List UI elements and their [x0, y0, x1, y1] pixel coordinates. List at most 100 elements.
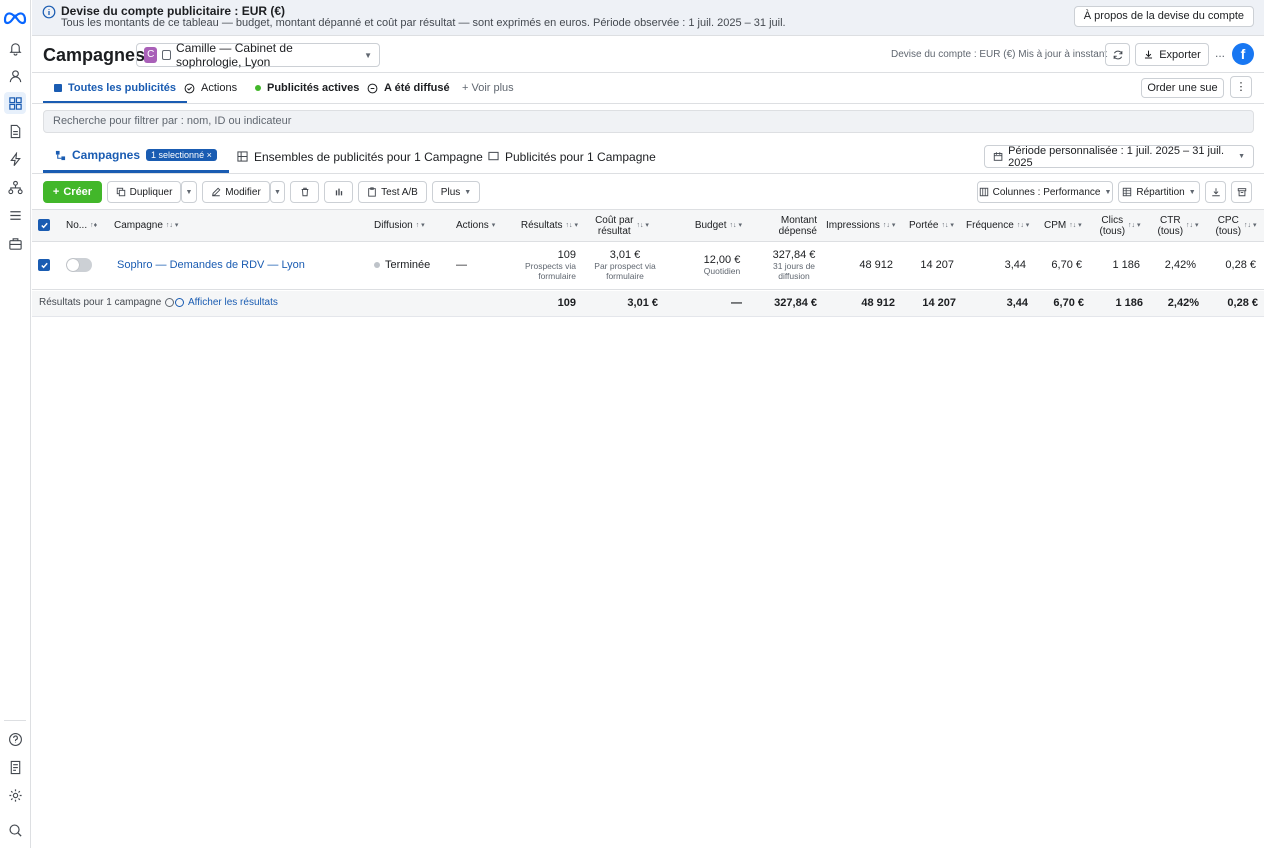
meta-logo-icon[interactable] [3, 9, 27, 25]
tab-adsets[interactable]: Ensembles de publicités pour 1 Campagne [237, 140, 483, 173]
sort-icon[interactable]: ↑ ▾ [416, 220, 425, 231]
col-clicks-label: Clics (tous) [1099, 215, 1125, 237]
date-range-picker[interactable]: Période personnalisée : 1 juil. 2025 – 3… [984, 145, 1254, 169]
tab-adsets-label: Ensembles de publicités pour 1 Campagne [254, 149, 483, 164]
selected-badge-label: 1 selectionné [151, 150, 205, 160]
sort-icon[interactable]: ↑↓ ▾ [941, 220, 953, 231]
columns-label: Colunnes : Performance [992, 186, 1101, 198]
edit-button[interactable]: Modifier [202, 181, 270, 203]
clipboard-icon [368, 187, 376, 197]
col-impressions[interactable]: Impressions ↑↓ ▾ [826, 210, 895, 241]
account-checkbox[interactable] [162, 50, 172, 60]
tab-campaigns[interactable]: Campagnes 1 selectionné × [43, 140, 229, 173]
bell-icon[interactable] [4, 37, 26, 59]
tab-see-more[interactable]: + Voir plus [462, 74, 514, 102]
download-icon [1211, 188, 1220, 197]
tab-actions[interactable]: Actions [184, 74, 237, 102]
campaign-name-link[interactable]: Sophro — Demandes de RDV — Lyon [117, 259, 305, 271]
col-cpr-line2: résultat [597, 225, 631, 237]
search-icon[interactable] [4, 819, 26, 841]
sort-icon[interactable]: ↑↓ ▾ [166, 220, 178, 231]
col-ctr-line2: (tous) [1157, 225, 1184, 237]
document-icon[interactable] [4, 120, 26, 142]
person-icon[interactable] [4, 65, 26, 87]
col-amount-spent[interactable]: Montant dépensé [762, 210, 817, 241]
chart-button[interactable] [324, 181, 353, 203]
sort-icon[interactable]: ↑↓ ▾ [730, 220, 742, 231]
briefcase-icon[interactable] [4, 232, 26, 254]
network-icon[interactable] [4, 176, 26, 198]
duplicate-dropdown[interactable]: ▼ [181, 181, 197, 203]
gear-icon[interactable] [4, 784, 26, 806]
col-cost-per-result[interactable]: Coût par résultat ↑↓ ▾ [587, 210, 657, 241]
results-sub-2: formulaire [538, 271, 576, 281]
col-ctr[interactable]: CTR (tous) ↑↓ ▾ [1154, 210, 1202, 241]
campaign-toggle[interactable] [66, 258, 92, 272]
radio-icon [175, 298, 184, 307]
ctr-cell: 2,42% [1164, 259, 1196, 271]
report-icon[interactable] [4, 756, 26, 778]
create-button[interactable]: + Créer [43, 181, 102, 203]
select-all-checkbox[interactable] [38, 219, 50, 231]
menu-icon[interactable] [4, 204, 26, 226]
report-button[interactable] [1231, 181, 1252, 203]
order-button[interactable]: Order une sue [1141, 78, 1224, 98]
table-row[interactable]: Sophro — Demandes de RDV — Lyon Terminée… [32, 242, 1264, 290]
col-reach[interactable]: Portée ↑↓ ▾ [909, 210, 954, 241]
col-budget[interactable]: Budget ↑↓ ▾ [672, 210, 742, 241]
col-cpc[interactable]: CPC (tous) ↑↓ ▾ [1212, 210, 1260, 241]
close-icon[interactable]: × [207, 150, 212, 160]
breakdown-button[interactable]: Répartition ▼ [1118, 181, 1200, 203]
tab-ads[interactable]: Publicités pour 1 Campagne [488, 140, 656, 173]
columns-button[interactable]: Colunnes : Performance ▼ [977, 181, 1113, 203]
duplicate-button[interactable]: Dupliquer [107, 181, 181, 203]
trash-icon [301, 187, 308, 197]
col-clicks[interactable]: Clics (tous) ↑↓ ▾ [1096, 210, 1144, 241]
more-options-icon[interactable]: ... [1215, 46, 1225, 60]
dropdown-icon[interactable]: ▾ [492, 220, 496, 231]
show-results-link[interactable]: Afficher les résultats [175, 297, 278, 308]
sort-icon[interactable]: ↑↓ ▾ [1128, 220, 1140, 231]
sort-icon[interactable]: ↑↓ ▾ [1017, 220, 1029, 231]
sort-icon[interactable]: ↑↓ ▾ [883, 220, 895, 231]
ab-test-label: Test A/B [381, 186, 418, 198]
action-toolbar: + Créer Dupliquer ▼ Modifier ▼ Test A/B … [32, 176, 1264, 208]
row-checkbox[interactable] [38, 259, 50, 271]
sort-icon[interactable]: ↑↓ ▾ [636, 220, 648, 231]
sort-icon[interactable]: ↑♦ [90, 220, 97, 231]
selected-badge[interactable]: 1 selectionné × [146, 149, 217, 161]
download-button[interactable] [1205, 181, 1226, 203]
facebook-icon[interactable]: f [1232, 43, 1254, 65]
tab-delivered[interactable]: A été diffusé [367, 74, 450, 102]
grid-icon[interactable] [4, 92, 26, 114]
results-sub-1: Prospects via [524, 261, 576, 271]
search-input[interactable]: Recherche pour filtrer par : nom, ID ou … [43, 110, 1254, 133]
col-campaign[interactable]: Campagne ↑↓ ▾ [114, 210, 178, 241]
col-cpm[interactable]: CPM ↑↓ ▾ [1044, 210, 1082, 241]
delete-button[interactable] [290, 181, 319, 203]
tab-all-ads[interactable]: Toutes les publicités [43, 74, 187, 103]
ab-test-button[interactable]: Test A/B [358, 181, 427, 203]
col-delivery[interactable]: Diffusion ↑ ▾ [374, 210, 425, 241]
col-frequency[interactable]: Fréquence ↑↓ ▾ [966, 210, 1029, 241]
sort-icon[interactable]: ↑↓ ▾ [1069, 220, 1081, 231]
sort-icon[interactable]: ↑↓ ▾ [1244, 220, 1256, 231]
left-rail [0, 0, 31, 848]
about-currency-button[interactable]: À propos de la devise du compte [1073, 6, 1254, 27]
col-results[interactable]: Résultats ↑↓ ▾ [502, 210, 578, 241]
kebab-menu-icon[interactable]: ⋮ [1230, 76, 1252, 98]
account-selector[interactable]: C Camille — Cabinet de sophrologie, Lyon… [136, 41, 380, 69]
edit-dropdown[interactable]: ▼ [270, 181, 285, 203]
tab-active-ads[interactable]: Publicités actives [255, 74, 359, 102]
help-icon[interactable] [4, 728, 26, 750]
refresh-button[interactable] [1105, 43, 1130, 66]
sort-icon[interactable]: ↑↓ ▾ [1186, 220, 1198, 231]
currency-banner: Devise du compte publicitaire : EUR (€) … [32, 0, 1264, 36]
lightning-icon[interactable] [4, 148, 26, 170]
sort-icon[interactable]: ↑↓ ▾ [566, 220, 578, 231]
export-button[interactable]: Exporter [1135, 43, 1209, 66]
more-button[interactable]: Plus ▼ [432, 181, 480, 203]
col-actions[interactable]: Actions ▾ [456, 210, 495, 241]
info-circle-icon[interactable] [165, 298, 175, 307]
col-name[interactable]: No... ↑♦ [66, 210, 97, 241]
